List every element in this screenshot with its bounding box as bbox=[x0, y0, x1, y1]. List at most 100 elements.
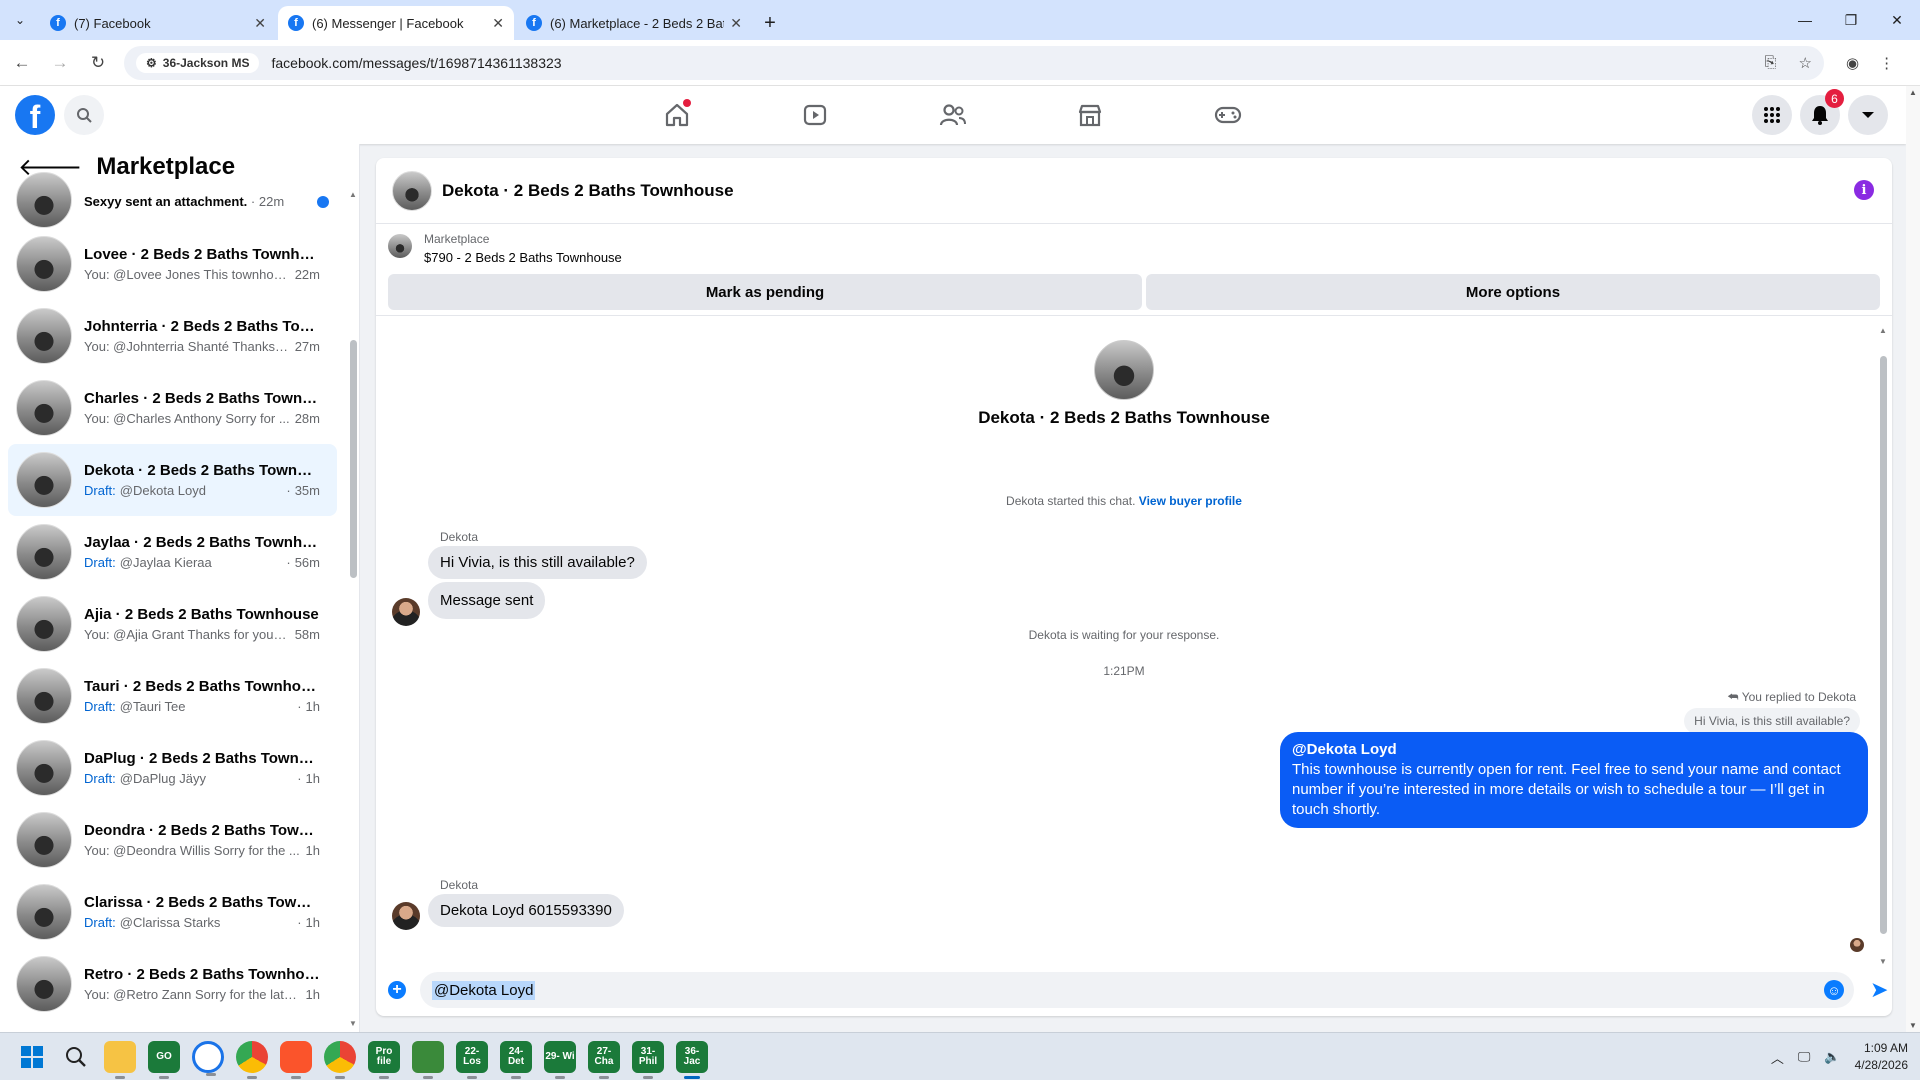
scroll-up-icon[interactable]: ▲ bbox=[348, 190, 358, 199]
taskbar-app-24[interactable]: 24- Det bbox=[500, 1041, 532, 1079]
tab-search-chevron-icon[interactable]: ⌄ bbox=[0, 0, 40, 40]
clock[interactable]: 1:09 AM 4/28/2026 bbox=[1855, 1040, 1908, 1074]
message-input[interactable]: @Dekota Loyd ☺ bbox=[420, 972, 1854, 1008]
sender-avatar[interactable] bbox=[392, 902, 420, 930]
back-arrow-icon[interactable]: ← bbox=[6, 47, 38, 79]
taskbar-app-go[interactable]: GO bbox=[148, 1041, 180, 1079]
facebook-favicon-icon: f bbox=[526, 15, 542, 31]
chat-title[interactable]: Dekota · 2 Beds 2 Baths Townhouse bbox=[442, 181, 734, 201]
more-options-button[interactable]: More options bbox=[1146, 274, 1880, 310]
incoming-message[interactable]: Message sent bbox=[428, 582, 546, 619]
taskbar-app-29[interactable]: 29- Wi bbox=[544, 1041, 576, 1079]
home-icon[interactable] bbox=[661, 99, 693, 129]
sender-avatar[interactable] bbox=[392, 598, 420, 626]
omnibox[interactable]: ⚙ 36-Jackson MS facebook.com/messages/t/… bbox=[124, 45, 1824, 80]
browser-tab-facebook[interactable]: f (7) Facebook ✕ bbox=[40, 6, 276, 40]
draft-label: Draft: bbox=[84, 915, 116, 930]
chrome-icon[interactable] bbox=[236, 1041, 268, 1079]
close-tab-icon[interactable]: ✕ bbox=[254, 15, 266, 32]
conversation-item[interactable]: Johnterria · 2 Beds 2 Baths Town... You: … bbox=[8, 300, 337, 372]
conversation-item[interactable]: Tauri · 2 Beds 2 Baths Townhouse Draft: @T… bbox=[8, 660, 337, 732]
maps-icon[interactable] bbox=[192, 1041, 224, 1076]
conversation-item[interactable]: Dekota · 2 Beds 2 Baths Townho... Draft: @… bbox=[8, 444, 337, 516]
volume-icon[interactable]: 🔈 bbox=[1824, 1049, 1840, 1065]
marketplace-icon[interactable] bbox=[1074, 101, 1106, 129]
scroll-down-icon[interactable]: ▼ bbox=[1906, 1021, 1920, 1030]
chat-avatar[interactable] bbox=[392, 170, 432, 211]
plus-icon[interactable]: + bbox=[388, 981, 406, 999]
incoming-message[interactable]: Dekota Loyd 6015593390 bbox=[428, 894, 624, 927]
site-info-chip[interactable]: ⚙ 36-Jackson MS bbox=[136, 52, 260, 73]
scroll-up-icon[interactable]: ▲ bbox=[1878, 326, 1888, 335]
chat-scrollbar[interactable]: ▲ ▼ bbox=[1878, 326, 1888, 966]
conversation-item[interactable]: Ajia · 2 Beds 2 Baths Townhouse You: @Aji… bbox=[8, 588, 337, 660]
search-icon[interactable] bbox=[60, 1041, 92, 1073]
conversation-item[interactable]: Charles · 2 Beds 2 Baths Townho... You: @… bbox=[8, 372, 337, 444]
conversation-item[interactable]: Sexyy sent an attachment. · 22m bbox=[8, 172, 337, 228]
conversation-item[interactable]: Jaylaa · 2 Beds 2 Baths Townhouse Draft: @… bbox=[8, 516, 337, 588]
taskbar-app-profile[interactable]: Pro file bbox=[368, 1041, 400, 1079]
reply-quote[interactable]: Hi Vivia, is this still available? bbox=[1684, 708, 1860, 734]
message-mention[interactable]: @Dekota Loyd bbox=[1292, 740, 1856, 760]
send-icon[interactable]: ➤ bbox=[1870, 977, 1888, 1003]
browser-menu-icon[interactable]: ⋮ bbox=[1879, 54, 1894, 72]
scroll-down-icon[interactable]: ▼ bbox=[348, 1019, 358, 1028]
conversation-time: 35m bbox=[294, 483, 320, 498]
mark-as-pending-button[interactable]: Mark as pending bbox=[388, 274, 1142, 310]
scrollbar-thumb[interactable] bbox=[350, 340, 357, 578]
network-icon[interactable]: 🖵 bbox=[1798, 1049, 1811, 1065]
friends-icon[interactable] bbox=[937, 101, 969, 129]
tray-chevron-icon[interactable]: ︿ bbox=[1771, 1048, 1784, 1067]
chrome-profile-icon[interactable] bbox=[324, 1041, 356, 1079]
facebook-logo-icon[interactable]: f bbox=[15, 95, 55, 135]
incoming-message[interactable]: Hi Vivia, is this still available? bbox=[428, 546, 647, 579]
browser-tab-messenger[interactable]: f (6) Messenger | Facebook ✕ bbox=[278, 6, 514, 40]
conversation-item[interactable]: Clarissa · 2 Beds 2 Baths Townho... Draft… bbox=[8, 876, 337, 948]
browser-tab-marketplace[interactable]: f (6) Marketplace - 2 Beds 2 Bath ✕ bbox=[516, 6, 752, 40]
restore-icon[interactable]: ❐ bbox=[1828, 0, 1874, 40]
minimize-icon[interactable]: — bbox=[1782, 0, 1828, 40]
listing-name[interactable]: $790 - 2 Beds 2 Baths Townhouse bbox=[424, 250, 622, 265]
notepad-icon[interactable] bbox=[412, 1041, 444, 1079]
scrollbar-thumb[interactable] bbox=[1880, 356, 1887, 934]
profile-icon[interactable]: ◉ bbox=[1846, 54, 1859, 72]
sidebar-scrollbar[interactable]: ▲ ▼ bbox=[348, 190, 358, 1028]
close-tab-icon[interactable]: ✕ bbox=[730, 15, 742, 32]
account-dropdown-icon[interactable] bbox=[1848, 95, 1888, 135]
conversation-name: Clarissa · 2 Beds 2 Baths Townho... bbox=[84, 894, 320, 911]
bookmark-star-icon[interactable]: ☆ bbox=[1799, 54, 1812, 72]
outgoing-message[interactable]: @Dekota Loyd This townhouse is currently… bbox=[1280, 732, 1868, 828]
close-window-icon[interactable]: ✕ bbox=[1874, 0, 1920, 40]
close-tab-icon[interactable]: ✕ bbox=[492, 15, 504, 32]
windows-start-icon[interactable] bbox=[16, 1041, 48, 1073]
reload-icon[interactable]: ↻ bbox=[82, 47, 114, 79]
taskbar-app-36[interactable]: 36- Jac bbox=[676, 1041, 708, 1079]
taskbar-app-27[interactable]: 27- Cha bbox=[588, 1041, 620, 1079]
video-icon[interactable] bbox=[799, 101, 831, 129]
gaming-icon[interactable] bbox=[1212, 101, 1244, 129]
chat-panel: Dekota · 2 Beds 2 Baths Townhouse i Mark… bbox=[376, 158, 1892, 1016]
file-explorer-icon[interactable] bbox=[104, 1041, 136, 1079]
page-scrollbar[interactable]: ▲ ▼ bbox=[1906, 86, 1920, 1032]
info-icon[interactable]: i bbox=[1854, 180, 1874, 200]
taskbar-app-22[interactable]: 22- Los bbox=[456, 1041, 488, 1079]
install-app-icon[interactable]: ⎘ bbox=[1765, 54, 1777, 72]
emoji-icon[interactable]: ☺ bbox=[1824, 980, 1844, 1000]
forward-arrow-icon[interactable]: → bbox=[44, 47, 76, 79]
message-input-text[interactable]: @Dekota Loyd bbox=[432, 980, 536, 1000]
search-icon[interactable] bbox=[64, 95, 104, 135]
new-tab-button[interactable]: + bbox=[754, 6, 786, 40]
scroll-up-icon[interactable]: ▲ bbox=[1906, 88, 1920, 97]
brave-icon[interactable] bbox=[280, 1041, 312, 1079]
conversation-item[interactable]: Deondra · 2 Beds 2 Baths Townh... You: @D… bbox=[8, 804, 337, 876]
scroll-down-icon[interactable]: ▼ bbox=[1878, 957, 1888, 966]
view-buyer-profile-link[interactable]: View buyer profile bbox=[1139, 494, 1242, 508]
conversation-item[interactable]: Lovee · 2 Beds 2 Baths Townhouse You: @Lo… bbox=[8, 228, 337, 300]
menu-grid-icon[interactable] bbox=[1752, 95, 1792, 135]
conversation-item[interactable]: DaPlug · 2 Beds 2 Baths Townho... Draft: @… bbox=[8, 732, 337, 804]
site-settings-icon: ⚙ bbox=[146, 55, 157, 70]
url-text[interactable]: facebook.com/messages/t/1698714361138323 bbox=[271, 55, 1764, 71]
conversation-item[interactable]: Retro · 2 Beds 2 Baths Townhouse You: @Re… bbox=[8, 948, 337, 1020]
taskbar-app-31[interactable]: 31- Phil bbox=[632, 1041, 664, 1079]
notifications-bell-icon[interactable]: 6 bbox=[1800, 89, 1844, 135]
